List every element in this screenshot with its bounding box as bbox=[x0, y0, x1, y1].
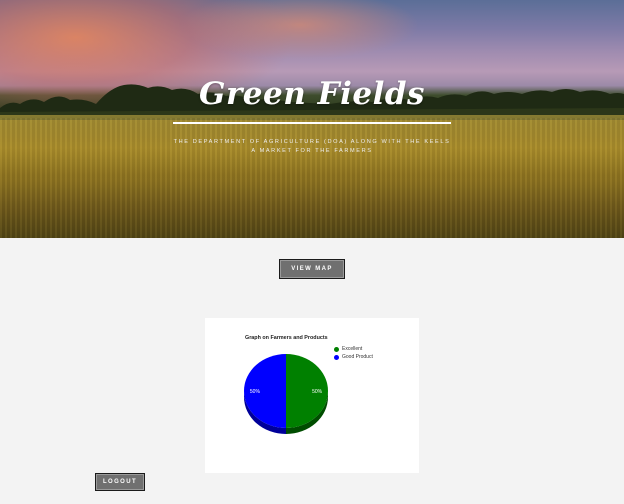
hero-banner: Green Fields THE DEPARTMENT OF AGRICULTU… bbox=[0, 0, 624, 238]
title-divider bbox=[173, 122, 451, 124]
chart-legend: Excellent Good Product bbox=[334, 345, 373, 361]
hero-subtitle-line1: THE DEPARTMENT OF AGRICULTURE (DOA) ALON… bbox=[173, 139, 451, 145]
pie-chart: 50% 50% bbox=[244, 354, 328, 434]
legend-label-excellent: Excellent bbox=[342, 346, 363, 352]
legend-swatch-excellent bbox=[334, 346, 339, 352]
wheat-field-texture bbox=[0, 118, 624, 238]
site-title: Green Fields bbox=[199, 76, 425, 112]
legend-item-excellent: Excellent bbox=[334, 345, 373, 353]
pie-slice-label-0: 50% bbox=[312, 389, 323, 395]
hero-subtitle-line2: A MARKET FOR THE FARMERS bbox=[251, 148, 373, 154]
pie-slice-label-1: 50% bbox=[250, 389, 261, 395]
sky-glow-center bbox=[180, 0, 420, 60]
chart-card: Graph on Farmers and Products 50% 50% Exc… bbox=[205, 318, 419, 473]
logout-button[interactable]: LOGOUT bbox=[95, 473, 145, 491]
view-map-button[interactable]: VIEW MAP bbox=[279, 259, 345, 279]
legend-item-good-product: Good Product bbox=[334, 353, 373, 361]
legend-label-good-product: Good Product bbox=[342, 354, 373, 360]
legend-swatch-good-product bbox=[334, 354, 339, 360]
